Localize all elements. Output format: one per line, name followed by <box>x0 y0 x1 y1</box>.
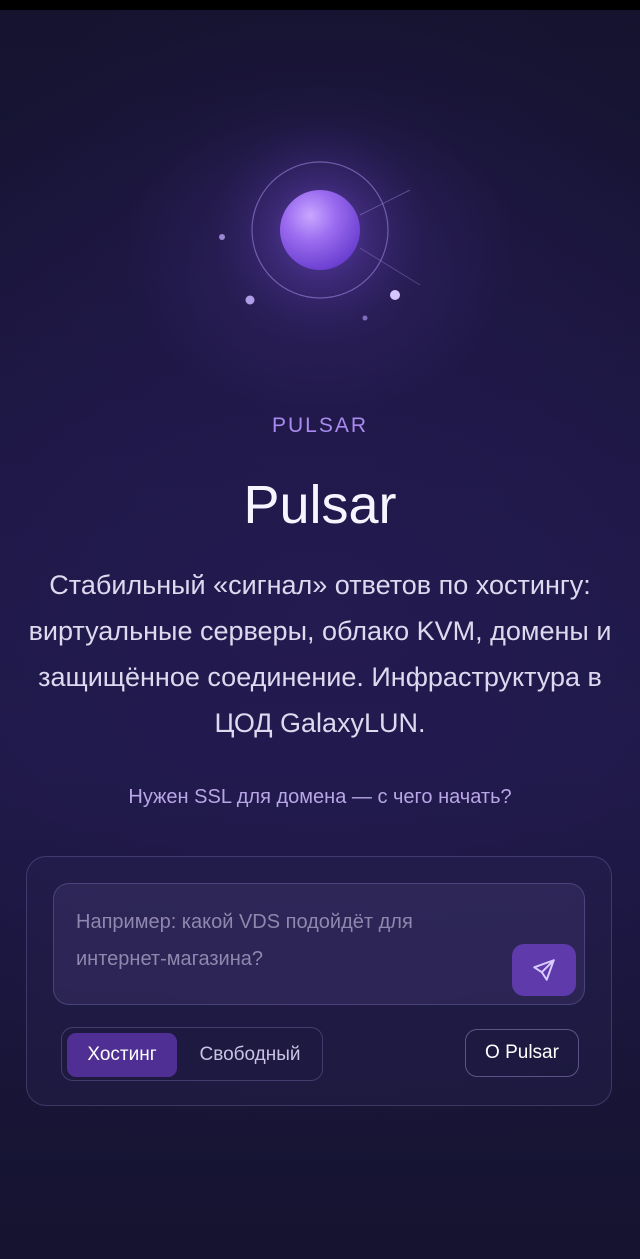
suggested-question-link[interactable]: Нужен SSL для домена — с чего начать? <box>0 786 640 809</box>
chat-input[interactable] <box>76 904 496 994</box>
mode-tab-hosting[interactable]: Хостинг <box>67 1033 177 1077</box>
chat-panel: Хостинг Свободный О Pulsar <box>26 856 612 1106</box>
about-button[interactable]: О Pulsar <box>465 1029 579 1077</box>
brand-description: Стабильный «сигнал» ответов по хостингу:… <box>28 570 612 738</box>
send-icon <box>533 959 555 981</box>
page-title: Pulsar <box>243 475 397 535</box>
mode-tab-free[interactable]: Свободный <box>184 1033 316 1077</box>
pulsar-orb-icon <box>210 80 430 370</box>
status-bar <box>0 0 640 10</box>
hero-illustration <box>0 70 640 390</box>
send-button[interactable] <box>512 944 576 996</box>
brand-eyebrow: PULSAR <box>271 414 369 437</box>
chat-input-box <box>53 883 585 1005</box>
mode-switch: Хостинг Свободный <box>61 1027 323 1081</box>
